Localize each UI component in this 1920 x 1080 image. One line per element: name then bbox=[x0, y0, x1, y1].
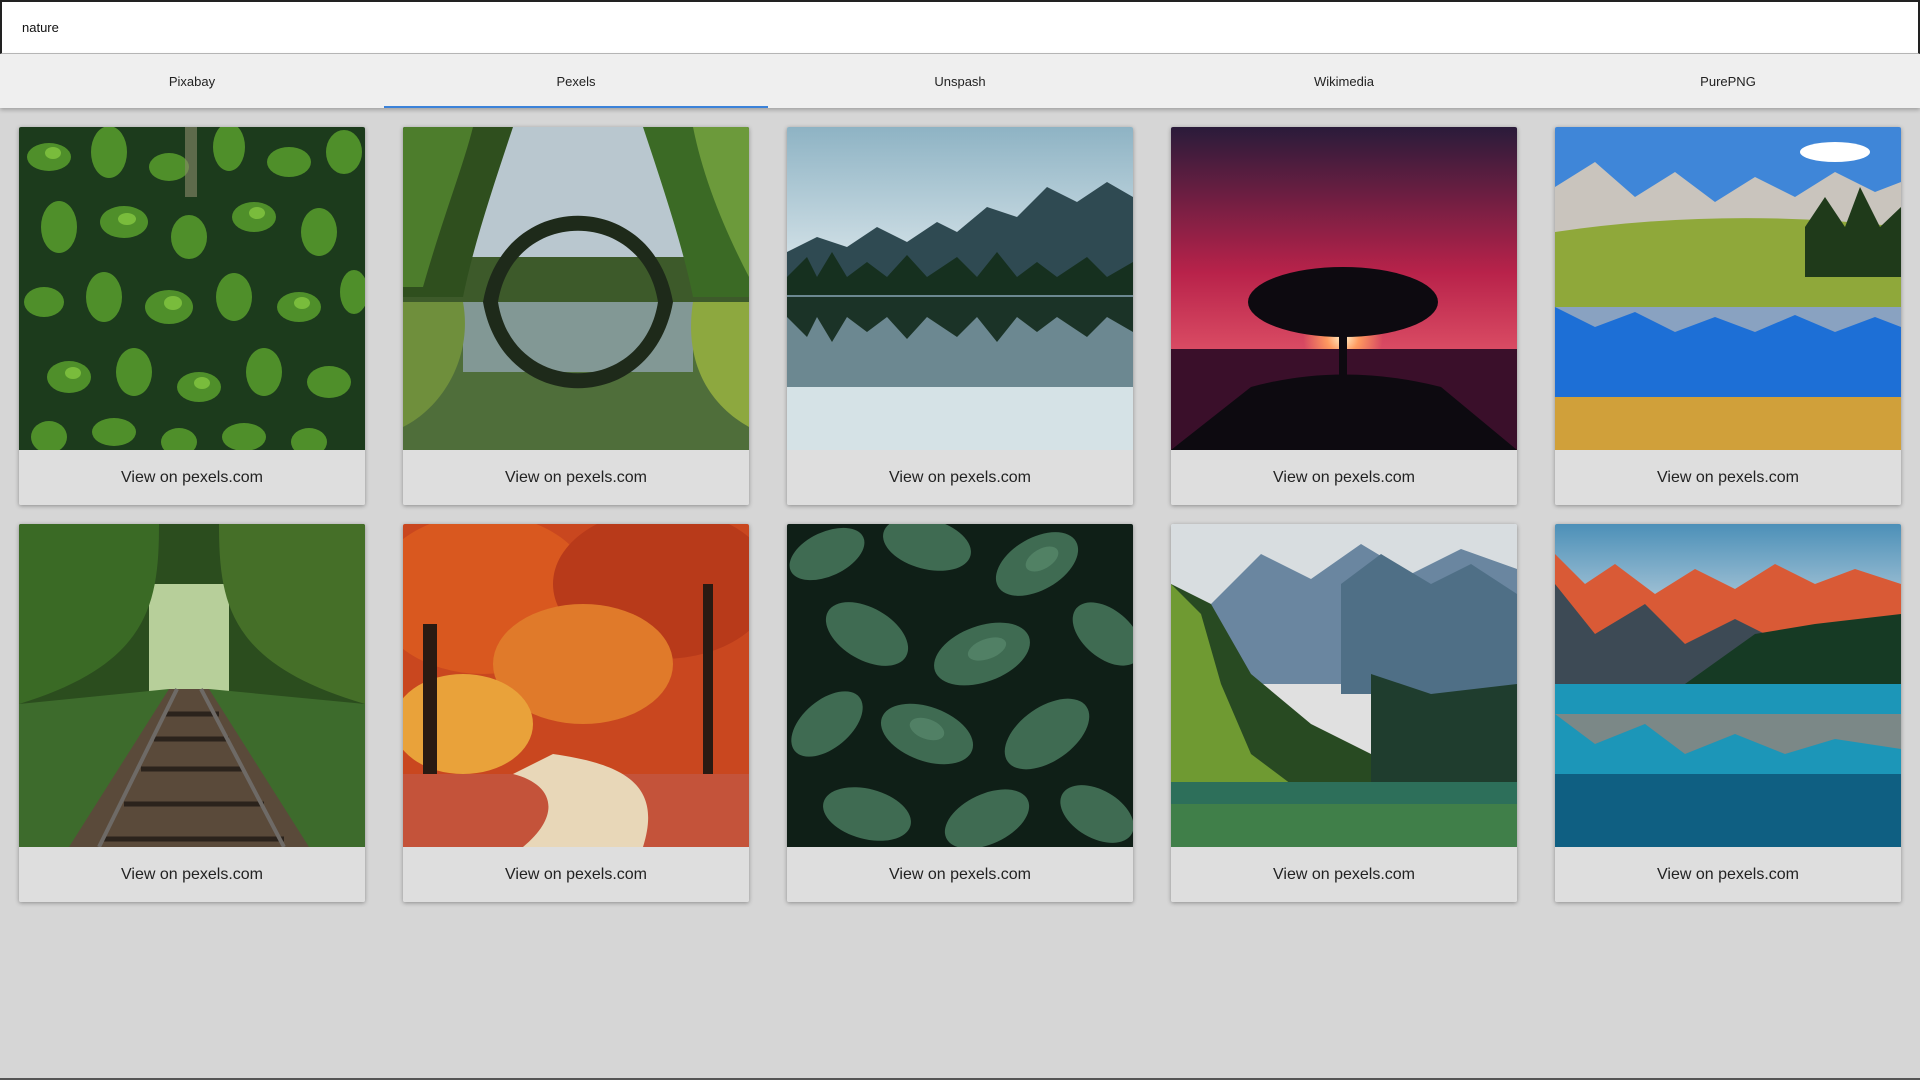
view-on-source-link[interactable]: View on pexels.com bbox=[787, 847, 1133, 902]
result-card: View on pexels.com bbox=[403, 524, 749, 902]
result-image-alpine-meadow-lake[interactable] bbox=[1555, 127, 1901, 450]
view-on-source-link[interactable]: View on pexels.com bbox=[403, 450, 749, 505]
tab-wikimedia[interactable]: Wikimedia bbox=[1152, 54, 1536, 108]
result-card: View on pexels.com bbox=[1171, 524, 1517, 902]
search-input[interactable] bbox=[2, 2, 1918, 53]
result-image-aerial-pine-forest[interactable] bbox=[19, 127, 365, 450]
result-image-autumn-forest-path[interactable] bbox=[403, 524, 749, 847]
view-on-source-link[interactable]: View on pexels.com bbox=[1171, 450, 1517, 505]
source-tabs: Pixabay Pexels Unspash Wikimedia PurePNG bbox=[0, 54, 1920, 108]
result-card: View on pexels.com bbox=[1555, 524, 1901, 902]
result-card: View on pexels.com bbox=[19, 127, 365, 505]
result-card: View on pexels.com bbox=[787, 524, 1133, 902]
view-on-source-link[interactable]: View on pexels.com bbox=[1555, 847, 1901, 902]
tab-pixabay[interactable]: Pixabay bbox=[0, 54, 384, 108]
result-image-wet-green-leaves[interactable] bbox=[787, 524, 1133, 847]
result-card: View on pexels.com bbox=[1171, 127, 1517, 505]
tab-unsplash[interactable]: Unspash bbox=[768, 54, 1152, 108]
view-on-source-link[interactable]: View on pexels.com bbox=[19, 450, 365, 505]
result-image-forest-railway[interactable] bbox=[19, 524, 365, 847]
result-card: View on pexels.com bbox=[1555, 127, 1901, 505]
view-on-source-link[interactable]: View on pexels.com bbox=[19, 847, 365, 902]
result-card: View on pexels.com bbox=[787, 127, 1133, 505]
tab-pexels[interactable]: Pexels bbox=[384, 54, 768, 108]
result-image-forest-mountain-lake[interactable] bbox=[1171, 524, 1517, 847]
view-on-source-link[interactable]: View on pexels.com bbox=[787, 450, 1133, 505]
search-bar bbox=[0, 0, 1920, 54]
view-on-source-link[interactable]: View on pexels.com bbox=[1171, 847, 1517, 902]
result-card: View on pexels.com bbox=[403, 127, 749, 505]
view-on-source-link[interactable]: View on pexels.com bbox=[1555, 450, 1901, 505]
result-image-turquoise-mountain-lake[interactable] bbox=[1555, 524, 1901, 847]
view-on-source-link[interactable]: View on pexels.com bbox=[403, 847, 749, 902]
tab-purepng[interactable]: PurePNG bbox=[1536, 54, 1920, 108]
result-image-tree-red-sunset[interactable] bbox=[1171, 127, 1517, 450]
result-image-mountain-lake-reflection[interactable] bbox=[787, 127, 1133, 450]
result-card: View on pexels.com bbox=[19, 524, 365, 902]
results-grid: View on pexels.com View on pexels.com Vi… bbox=[19, 127, 1901, 902]
app-window: Pixabay Pexels Unspash Wikimedia PurePNG bbox=[0, 0, 1920, 1080]
result-image-arch-bridge-reflection[interactable] bbox=[403, 127, 749, 450]
